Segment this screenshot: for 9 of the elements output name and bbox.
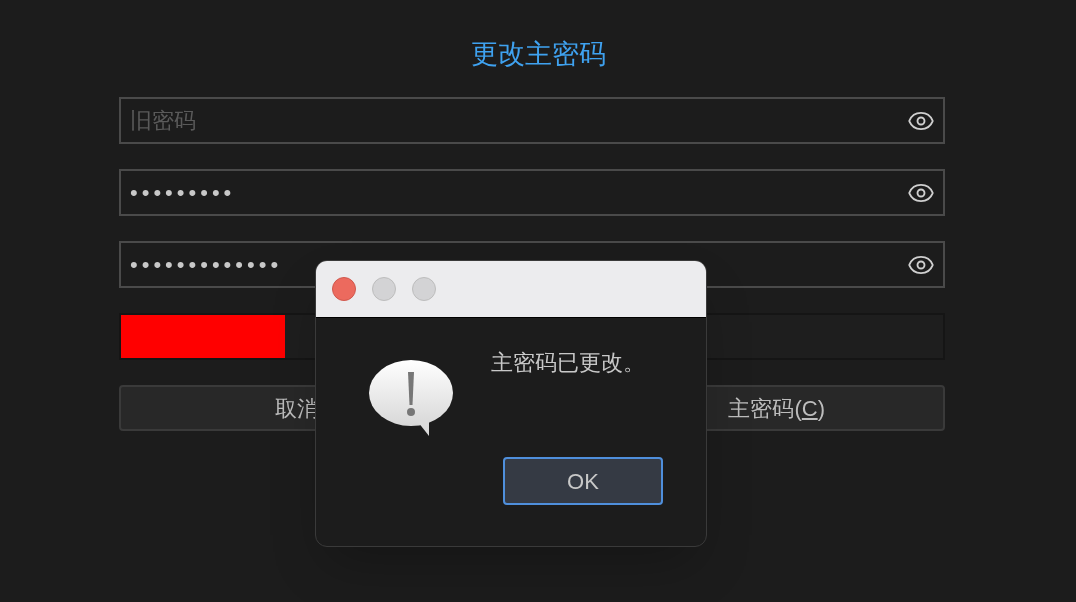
dialog-message: 主密码已更改。 [491, 349, 646, 377]
password-field[interactable]: ••••••••• [119, 169, 945, 216]
close-button[interactable] [332, 277, 356, 301]
field-placeholder: 旧密码 [130, 107, 196, 135]
ok-button[interactable]: OK [503, 457, 663, 505]
masked-password: ••••••••••••• [130, 251, 283, 279]
alert-icon [368, 360, 456, 438]
page-title: 更改主密码 [470, 38, 606, 71]
masked-password: ••••••••• [130, 179, 236, 207]
